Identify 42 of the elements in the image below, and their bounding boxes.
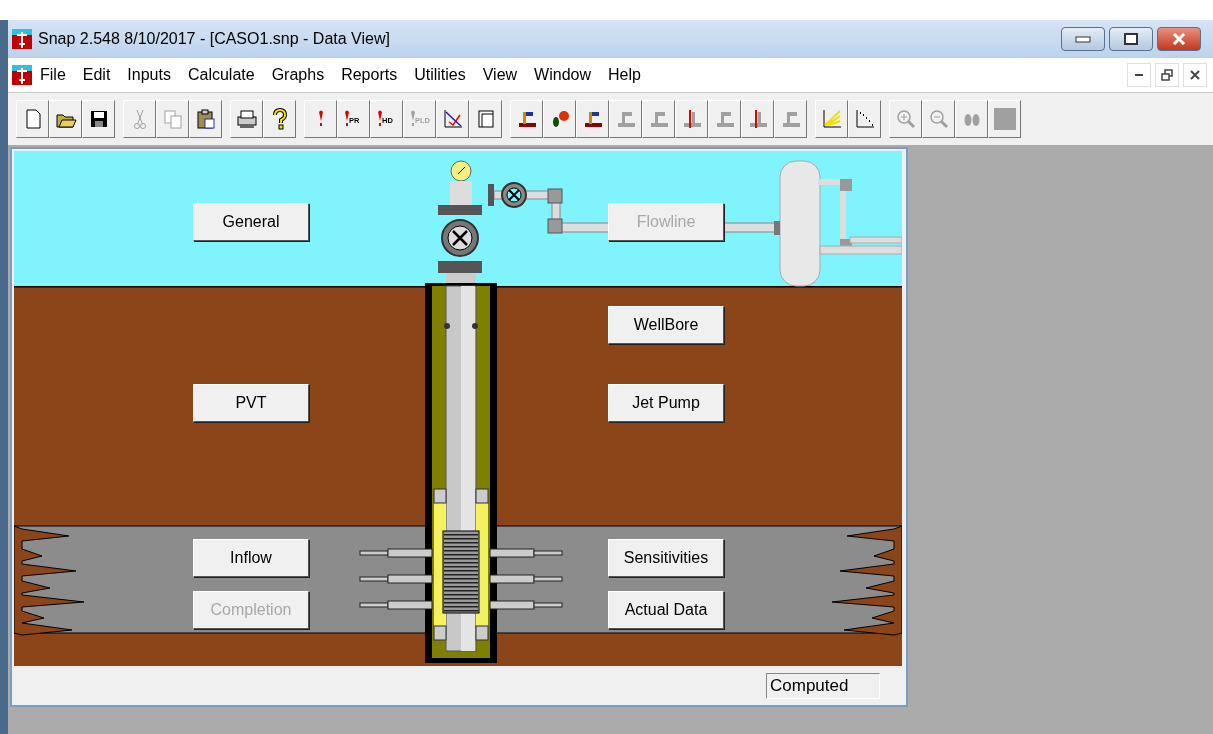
menu-item[interactable]: Utilities [406,66,475,84]
child-restore-button[interactable] [1155,63,1179,87]
toolbar-button[interactable] [82,100,115,138]
toolbar-button[interactable] [543,100,576,138]
diagram-button[interactable]: Sensitivities [608,539,724,577]
maximize-icon [1124,33,1138,45]
maximize-button[interactable] [1109,27,1153,51]
toolbar-button[interactable] [576,100,609,138]
toolbar-button[interactable] [49,100,82,138]
document-icon [12,65,32,85]
close-icon [1172,33,1186,45]
print-icon [234,107,259,131]
menu-item[interactable]: Window [526,66,600,84]
diagram-button[interactable]: Actual Data [608,591,724,629]
toolbar-button[interactable] [510,100,543,138]
diagram-button[interactable]: Jet Pump [608,384,724,422]
window-title: Snap 2.548 8/10/2017 - [CASO1.snp - Data View] [38,30,391,48]
minimize-icon [1075,35,1091,43]
diagram-button[interactable]: PVT [193,384,309,422]
restore-icon [1161,69,1173,81]
close-button[interactable] [1157,27,1201,51]
diagram-button[interactable]: Inflow [193,539,309,577]
app-icon [12,29,32,49]
minimize-icon [1135,74,1143,76]
menu-item[interactable]: Inputs [119,66,180,84]
toolbar-button[interactable] [263,100,296,138]
close-icon [1190,70,1200,80]
menu-item[interactable]: Reports [333,66,407,84]
child-close-button[interactable] [1183,63,1207,87]
menu-item[interactable]: View [474,66,527,84]
menu-item[interactable]: File [32,66,75,84]
status-field: Computed [766,672,880,699]
child-minimize-button[interactable] [1127,63,1151,87]
menu-item[interactable]: Graphs [263,66,334,84]
toolbar-button[interactable] [189,100,222,138]
menu-item[interactable]: Calculate [179,66,264,84]
menu-item[interactable]: Help [600,66,650,84]
diagram-button[interactable]: WellBore [608,306,724,344]
diagram-button[interactable]: General [193,203,309,241]
square-icon [992,107,1017,131]
menu-item[interactable]: Edit [74,66,120,84]
minimize-button[interactable] [1061,27,1105,51]
